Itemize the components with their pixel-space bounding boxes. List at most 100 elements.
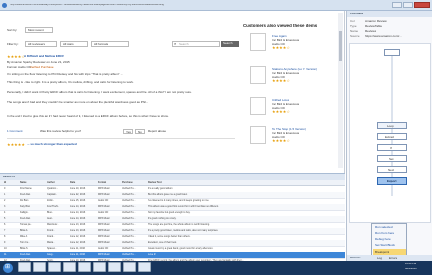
properties-header: COLUMNS [347,11,432,17]
workflow-block-set[interactable]: Set [377,155,407,162]
taskbar-app-icon[interactable] [108,262,121,272]
close-button[interactable] [414,2,430,8]
review-paragraph-2: This thing is - like to right. It is a p… [7,81,134,84]
page-scrollbar-thumb[interactable] [339,31,342,61]
maximize-button[interactable] [403,2,413,8]
product-artist: Inc Bird & Eruoxious [272,132,300,135]
product-thumbnail[interactable] [250,66,266,84]
review-paragraph-5: In the end I tried to give this an if I … [7,115,169,118]
context-menu-item[interactable]: Run selected [375,226,393,229]
product-title[interactable]: Stations Anywhere (Lo Y. Version) [272,68,317,71]
grid-body: 0 First Name Quattroc... June 10, 2016 MP3 M… [0,186,345,262]
workflow-block-if[interactable]: If [377,144,407,151]
minimize-button[interactable] [392,2,402,8]
product-artist: Inc Bird & Eruoxious [272,72,300,75]
results-label: RESULTS [3,175,15,178]
next-review-title[interactable]: ... so much stronger than expected [27,143,77,146]
output-tab[interactable]: Log [377,257,382,260]
product-thumbnail[interactable] [250,126,266,144]
workflow-block-start[interactable] [384,49,400,56]
filter-stars-value: All stars [63,43,74,46]
workflow-block-label: Extract [385,135,395,139]
workflow-block-extract[interactable]: Extract [377,133,407,140]
context-menu-item[interactable]: Debug here [375,238,391,241]
helpful-yes-button[interactable]: Yes [123,129,133,134]
sort-label: Sort by: [7,29,18,32]
window-title: http://www.amazon.com/Gateway-Intl/dp/B0… [10,4,164,6]
product-thumbnail[interactable] [250,97,266,115]
search-icon: ⌕ [174,42,177,46]
product-title[interactable]: Free Again [272,35,287,38]
context-menu-item[interactable]: Run from here [375,232,394,235]
taskbar-app-icon[interactable] [78,262,91,272]
search-button[interactable]: Search [221,41,239,47]
product-thumbnail[interactable] [250,33,266,51]
prop-value[interactable]: Amazon Review [365,20,387,23]
review-byline: By Amazon Sparky Reviewer on June 21, 20… [7,61,70,64]
prop-key: Col [350,20,355,23]
windows-icon: ⊞ [5,264,11,270]
start-button[interactable]: ⊞ [3,263,13,273]
product-rating: ★★★★☆ [272,46,290,50]
prop-value[interactable]: https://www.amazon.com/... [365,35,429,38]
sort-select[interactable]: Most recent [25,27,53,33]
filter-reviewers-select[interactable]: All reviewers [25,41,57,47]
taskbar-app-icon[interactable] [63,262,76,272]
sort-select-value: Most recent [28,29,44,32]
review-stars: ★★★★☆ [7,54,25,59]
review-format: Format: Audio CD [7,66,31,69]
customers-heading: Customers also viewed these items [243,24,318,28]
taskbar-app-icon[interactable] [18,262,31,272]
workflow-block-next[interactable]: Next [377,166,407,173]
prop-value[interactable]: ReviewTable [365,25,382,28]
taskbar-app-icon[interactable] [48,262,61,272]
report-abuse-link[interactable]: Report abuse [148,130,166,133]
clock-date[interactable]: 6/22/2016 [405,268,417,271]
prop-value[interactable]: Reviews [365,30,376,33]
product-title[interactable]: To The Stop (1.5 Version) [272,128,306,131]
browser-page: Sort by: Most recent Filter by: All revi… [0,11,345,173]
taskbar-app-icon[interactable] [93,262,106,272]
filter-stars-select[interactable]: All stars [60,41,88,47]
helpful-no-button[interactable]: No [135,129,145,134]
review-paragraph-1: I'm sitting on the floor listening to Ph… [7,73,124,76]
filter-label: Filter by: [7,43,19,46]
output-tab[interactable]: Errors [389,257,397,260]
workflow-block-selected[interactable]: Export [377,177,407,185]
output-label: OUTPUT [350,256,361,259]
product-rating: ★★★★☆ [272,139,290,143]
next-review-stars: ★★★★★ [7,142,25,147]
clock-time[interactable]: 12:00 PM [405,263,416,266]
workflow-block-label: Loop [387,124,394,128]
window-titlebar: http://www.amazon.com/Gateway-Intl/dp/B0… [0,0,432,11]
taskbar-app-icon[interactable] [33,262,46,272]
review-title[interactable]: A Difficult and Mellow ERCF [24,55,64,58]
workflow-block-label: Next [388,168,395,172]
product-rating: ★★★★☆ [272,79,290,83]
product-artist: Inc Bird & Eruoxious [272,103,300,106]
search-placeholder: Search [179,43,189,46]
product-artist: Inc Bird & Eruoxious [272,39,300,42]
context-menu-item: Breakpoint [375,250,390,254]
properties-panel: COLUMNS Col Amazon Review Type ReviewTab… [346,11,432,261]
filter-formats-select[interactable]: All formats [91,41,129,47]
helpful-question: Was this review helpful to you? [40,130,82,133]
filter-reviewers-value: All reviewers [28,43,46,46]
search-input[interactable]: ⌕ Search [172,41,220,47]
comment-link[interactable]: 1 Comment [7,130,23,133]
product-title[interactable]: Citified Lotus [272,99,289,102]
review-divider [7,138,235,139]
browser-icon [2,3,7,8]
prop-key: Source [350,35,360,38]
workflow-block-loop[interactable]: Loop [377,122,407,129]
context-menu-item[interactable]: Set Start Block [375,244,395,247]
workflow-block-label: If [390,146,392,150]
review-paragraph-4: The songs aren't bad and they couldn't b… [7,101,149,104]
page-scrollbar[interactable] [338,13,343,168]
results-panel: RESULTS Id Name Author Date Format Purch… [0,173,345,262]
workflow-canvas: Loop Extract If Set Next Export [349,43,431,223]
prop-key: Type [350,25,357,28]
taskbar-app-icon[interactable] [138,262,151,272]
taskbar-app-icon[interactable] [123,262,136,272]
filter-formats-value: All formats [94,43,109,46]
